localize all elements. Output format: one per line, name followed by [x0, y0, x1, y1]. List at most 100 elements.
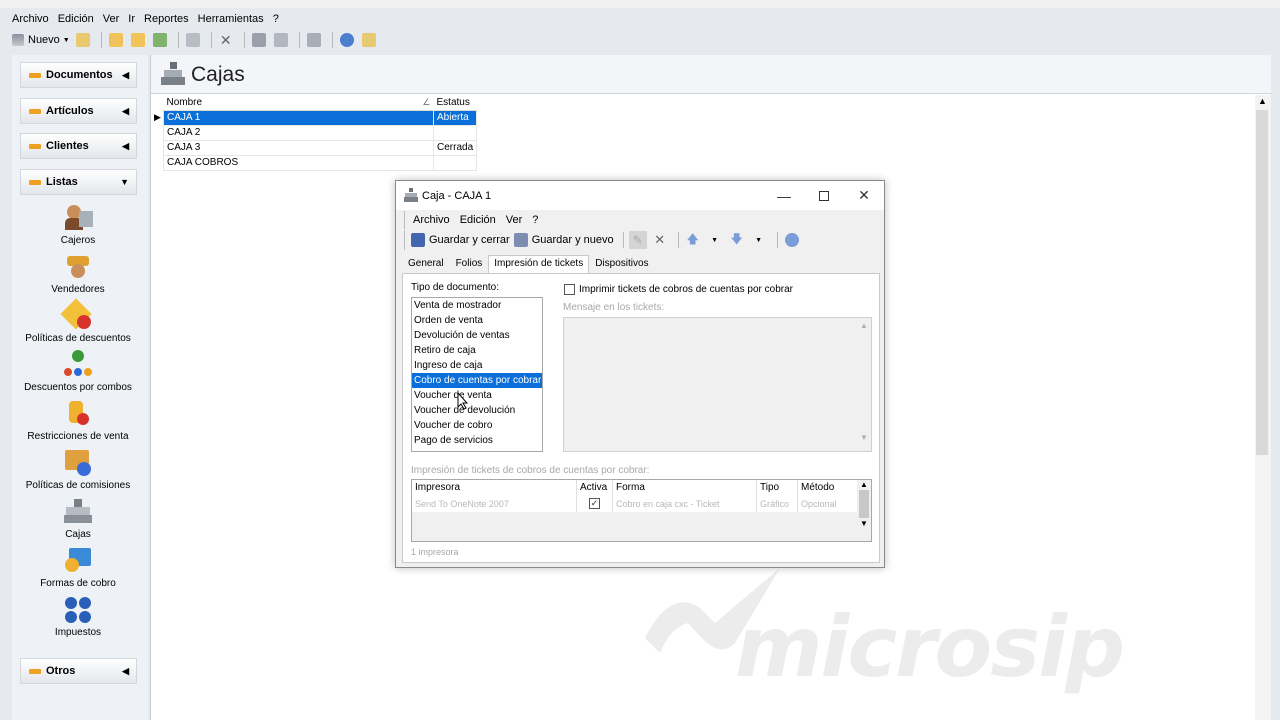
- new-button[interactable]: Nuevo ▼: [12, 31, 70, 49]
- column-header-metodo[interactable]: Método: [798, 480, 858, 496]
- sidebar-group-documentos[interactable]: Documentos ◀: [20, 62, 137, 88]
- column-header-activa[interactable]: Activa: [577, 480, 613, 496]
- save-new-icon: [513, 233, 528, 247]
- list-item[interactable]: Voucher de devolución: [412, 403, 542, 418]
- menu-help[interactable]: ?: [273, 13, 279, 25]
- table-row[interactable]: Send To OneNote 2007 ✓ Cobro en caja cxc…: [412, 496, 858, 512]
- menu-ir[interactable]: Ir: [128, 13, 135, 25]
- sidebar-group-listas[interactable]: Listas ▼: [20, 169, 137, 195]
- maximize-button[interactable]: [804, 181, 844, 210]
- list-item[interactable]: Devolución de ventas: [412, 328, 542, 343]
- next-menu-button[interactable]: ▼: [750, 231, 768, 249]
- scrollbar-thumb[interactable]: [859, 490, 869, 518]
- group-bar-icon: [29, 108, 41, 114]
- spreadsheet-button[interactable]: [151, 31, 169, 49]
- dialog-menu-edicion[interactable]: Edición: [460, 214, 496, 226]
- delete-button[interactable]: ✕: [217, 31, 235, 49]
- previous-button[interactable]: 🡅: [684, 231, 702, 249]
- tab-dispositivos[interactable]: Dispositivos: [589, 255, 654, 274]
- previous-menu-button[interactable]: ▼: [706, 231, 724, 249]
- folder-edit-button[interactable]: [107, 31, 125, 49]
- sales-restriction-icon: [63, 399, 93, 429]
- delete-button[interactable]: ✕: [651, 231, 669, 249]
- home-button[interactable]: [305, 31, 323, 49]
- sidebar-item-label: Restricciones de venta: [27, 431, 129, 442]
- folder-new-button[interactable]: [129, 31, 147, 49]
- grid-scrollbar[interactable]: ▲ ▼: [857, 480, 871, 541]
- menu-edicion[interactable]: Edición: [58, 13, 94, 25]
- help-icon: [784, 233, 799, 247]
- table-row[interactable]: CAJA 3 Cerrada: [163, 139, 478, 156]
- menu-archivo[interactable]: Archivo: [12, 13, 49, 25]
- list-item[interactable]: Voucher de venta: [412, 388, 542, 403]
- close-button[interactable]: ✕: [844, 181, 884, 210]
- column-header-forma[interactable]: Forma: [613, 480, 757, 496]
- minimize-button[interactable]: —: [764, 181, 804, 210]
- sidebar-item-cajeros[interactable]: Cajeros: [16, 203, 140, 246]
- save-new-button[interactable]: Guardar y nuevo: [513, 231, 614, 249]
- sidebar-item-vendedores[interactable]: Vendedores: [16, 252, 140, 295]
- sidebar-group-otros[interactable]: Otros ◀: [20, 658, 137, 684]
- save-icon: [411, 233, 425, 247]
- table-row[interactable]: CAJA COBROS: [163, 154, 478, 171]
- collapse-arrow-icon: ◀: [122, 140, 129, 151]
- list-item[interactable]: Venta de mostrador: [412, 298, 542, 313]
- scroll-up-icon[interactable]: ▲: [1258, 96, 1267, 106]
- textarea-scrollbar[interactable]: ▲ ▼: [859, 321, 869, 442]
- column-header-tipo[interactable]: Tipo: [757, 480, 798, 496]
- column-header-nombre[interactable]: Nombre ∠: [163, 95, 434, 111]
- sidebar-group-clientes[interactable]: Clientes ◀: [20, 133, 137, 159]
- help-button[interactable]: [338, 31, 356, 49]
- context-help-button[interactable]: [360, 31, 378, 49]
- tab-folios[interactable]: Folios: [450, 255, 489, 274]
- column-header-estatus[interactable]: Estatus: [433, 95, 477, 111]
- list-item-selected[interactable]: Cobro de cuentas por cobrar: [412, 373, 542, 388]
- pencil-icon: ✎: [632, 233, 643, 247]
- ticket-message-textarea[interactable]: ▲ ▼: [563, 317, 872, 452]
- menu-herramientas[interactable]: Herramientas: [198, 13, 264, 25]
- list-item[interactable]: Ingreso de caja: [412, 358, 542, 373]
- list-item[interactable]: Pago de servicios: [412, 433, 542, 448]
- open-folder-button[interactable]: [74, 31, 92, 49]
- sidebar-item-politicas-comisiones[interactable]: Políticas de comisiones: [16, 448, 140, 491]
- table-row[interactable]: CAJA 1 Abierta: [163, 109, 478, 126]
- binoculars-next-icon: [273, 33, 288, 47]
- sidebar-item-descuentos-combos[interactable]: Descuentos por combos: [16, 350, 140, 393]
- dialog-menu-archivo[interactable]: Archivo: [413, 214, 450, 226]
- table-row[interactable]: CAJA 2: [163, 124, 478, 141]
- message-label: Mensaje en los tickets:: [563, 302, 665, 313]
- sidebar-item-cajas[interactable]: Cajas: [16, 497, 140, 540]
- group-bar-icon: [29, 72, 41, 78]
- sidebar-item-formas-cobro[interactable]: Formas de cobro: [16, 546, 140, 589]
- print-tickets-checkbox[interactable]: [564, 284, 575, 295]
- cajas-table: Nombre ∠ Estatus CAJA 1 Abierta CAJA 2 CA…: [163, 95, 478, 171]
- menu-ver[interactable]: Ver: [103, 13, 120, 25]
- printer-icon: [185, 33, 200, 47]
- edit-button[interactable]: ✎: [628, 231, 647, 249]
- list-item[interactable]: Orden de venta: [412, 313, 542, 328]
- save-close-button[interactable]: Guardar y cerrar: [411, 231, 510, 249]
- cell-active[interactable]: ✓: [577, 496, 613, 512]
- menu-reportes[interactable]: Reportes: [144, 13, 189, 25]
- cash-register-icon: [404, 188, 418, 202]
- sidebar-item-politicas-descuentos[interactable]: Políticas de descuentos: [16, 298, 140, 344]
- sidebar-item-impuestos[interactable]: Impuestos: [16, 595, 140, 638]
- list-item[interactable]: Retiro de caja: [412, 343, 542, 358]
- dialog-titlebar[interactable]: Caja - CAJA 1 — ✕: [396, 181, 884, 210]
- print-button[interactable]: [184, 31, 202, 49]
- dialog-menu-ver[interactable]: Ver: [506, 214, 523, 226]
- doc-type-list[interactable]: Venta de mostrador Orden de venta Devolu…: [411, 297, 543, 452]
- toolbar-separator: [100, 32, 102, 48]
- help-button[interactable]: [783, 231, 801, 249]
- column-header-impresora[interactable]: Impresora: [412, 480, 577, 496]
- next-button[interactable]: 🡇: [728, 231, 746, 249]
- find-button[interactable]: [250, 31, 268, 49]
- find-next-button[interactable]: [272, 31, 290, 49]
- tab-general[interactable]: General: [402, 255, 450, 274]
- scrollbar-thumb[interactable]: [1256, 110, 1268, 455]
- dialog-menu-help[interactable]: ?: [532, 214, 538, 226]
- sidebar-item-restricciones-venta[interactable]: Restricciones de venta: [16, 399, 140, 442]
- tab-impresion-tickets[interactable]: Impresión de tickets: [488, 255, 590, 275]
- list-item[interactable]: Voucher de cobro: [412, 418, 542, 433]
- sidebar-group-articulos[interactable]: Artículos ◀: [20, 98, 137, 124]
